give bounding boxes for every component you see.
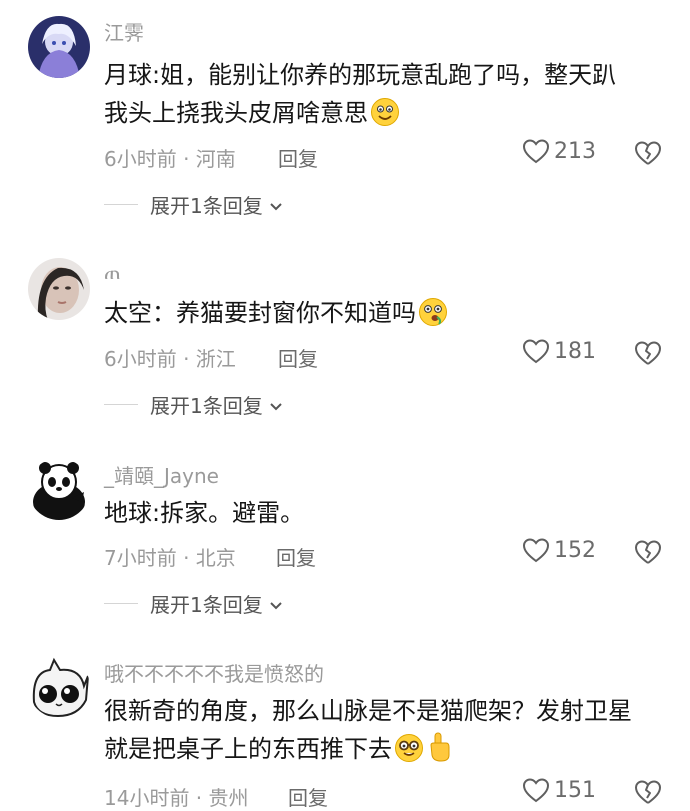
username[interactable]: 哦不不不不不我是愤怒的: [104, 658, 324, 687]
comment-time-location: 6小时前 · 河南: [104, 147, 236, 171]
like-button[interactable]: 213: [522, 138, 596, 164]
comment-line: 就是把桌子上的东西推下去: [104, 730, 664, 774]
comment-text: 地球:拆家。避雷。: [104, 494, 664, 532]
like-button[interactable]: 151: [522, 777, 596, 803]
avatar[interactable]: [28, 458, 90, 520]
username[interactable]: 江霁: [104, 17, 144, 46]
comment-text: 太空：养猫要封窗你不知道吗: [104, 294, 664, 338]
chevron-down-icon: [269, 193, 283, 217]
avatar[interactable]: [28, 656, 90, 718]
broken-heart-icon: [634, 780, 662, 804]
username[interactable]: ጠ: [104, 260, 121, 284]
pointing-up-emoji: [426, 731, 452, 774]
broken-heart-icon: [634, 141, 662, 165]
nerd-face-emoji: [394, 733, 424, 774]
heart-icon: [522, 338, 550, 364]
comment-item: ጠ 太空：养猫要封窗你不知道吗 6小时前 · 浙江 回复 181 展开1条回复: [0, 240, 690, 440]
comment-line: 月球:姐，能别让你养的那玩意乱跑了吗，整天趴: [104, 61, 617, 89]
chevron-down-icon: [269, 393, 283, 417]
reply-button[interactable]: 回复: [276, 542, 316, 571]
divider-dash: [104, 204, 138, 205]
expand-replies-label: 展开1条回复: [150, 394, 263, 418]
like-count: 181: [554, 338, 596, 364]
comment-text: 月球:姐，能别让你养的那玩意乱跑了吗，整天趴 我头上挠我头皮屑啥意思: [104, 56, 664, 138]
heart-icon: [522, 537, 550, 563]
reply-button[interactable]: 回复: [278, 143, 318, 172]
comment-line: 太空：养猫要封窗你不知道吗: [104, 294, 664, 338]
expand-replies-label: 展开1条回复: [150, 194, 263, 218]
comment-line: 我头上挠我头皮屑啥意思: [104, 94, 664, 138]
comment-line-text: 就是把桌子上的东西推下去: [104, 735, 392, 763]
comment-line: 地球:拆家。避雷。: [104, 499, 305, 527]
comment-time-location: 14小时前 · 贵州: [104, 786, 249, 810]
like-button[interactable]: 181: [522, 338, 596, 364]
heart-icon: [522, 138, 550, 164]
avatar[interactable]: [28, 16, 90, 78]
like-count: 152: [554, 537, 596, 563]
comment-item: _靖頤_Jayne 地球:拆家。避雷。 7小时前 · 北京 回复 152 展开1…: [0, 440, 690, 640]
comment-time-location: 7小时前 · 北京: [104, 546, 236, 570]
expand-replies-label: 展开1条回复: [150, 593, 263, 617]
divider-dash: [104, 603, 138, 604]
divider-dash: [104, 404, 138, 405]
zipper-face-emoji: [418, 297, 448, 338]
expand-replies-button[interactable]: 展开1条回复: [104, 589, 283, 618]
comment-line-text: 我头上挠我头皮屑啥意思: [104, 99, 368, 127]
reply-button[interactable]: 回复: [288, 782, 328, 811]
chevron-down-icon: [269, 592, 283, 616]
broken-heart-icon: [634, 341, 662, 365]
dislike-button[interactable]: [634, 539, 662, 565]
broken-heart-icon: [634, 540, 662, 564]
grinning-face-emoji: [370, 97, 400, 138]
comment-line: 很新奇的角度，那么山脉是不是猫爬架？发射卫星: [104, 697, 632, 725]
dislike-button[interactable]: [634, 779, 662, 805]
comment-line-text: 太空：养猫要封窗你不知道吗: [104, 299, 416, 327]
reply-button[interactable]: 回复: [278, 343, 318, 372]
comment-time-location: 6小时前 · 浙江: [104, 347, 236, 371]
username[interactable]: _靖頤_Jayne: [104, 460, 219, 489]
like-count: 151: [554, 777, 596, 803]
comment-item: 江霁 月球:姐，能别让你养的那玩意乱跑了吗，整天趴 我头上挠我头皮屑啥意思 6小…: [0, 0, 690, 240]
comment-text: 很新奇的角度，那么山脉是不是猫爬架？发射卫星 就是把桌子上的东西推下去: [104, 692, 664, 774]
dislike-button[interactable]: [634, 340, 662, 366]
expand-replies-button[interactable]: 展开1条回复: [104, 190, 283, 219]
comment-item: 哦不不不不不我是愤怒的 很新奇的角度，那么山脉是不是猫爬架？发射卫星 就是把桌子…: [0, 640, 690, 810]
expand-replies-button[interactable]: 展开1条回复: [104, 390, 283, 419]
like-button[interactable]: 152: [522, 537, 596, 563]
like-count: 213: [554, 138, 596, 164]
avatar[interactable]: [28, 258, 90, 320]
dislike-button[interactable]: [634, 140, 662, 166]
heart-icon: [522, 777, 550, 803]
